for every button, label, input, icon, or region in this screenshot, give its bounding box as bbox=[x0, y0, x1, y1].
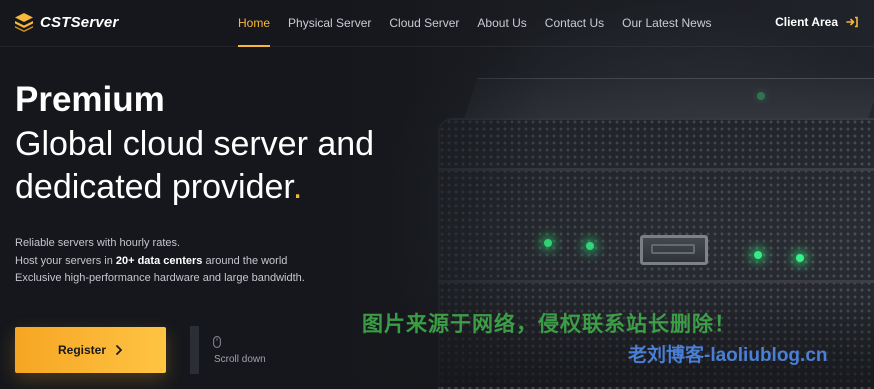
watermark-site: 老刘博客-laoliublog.cn bbox=[628, 345, 828, 366]
desc-text: Host your servers in bbox=[15, 254, 116, 267]
client-area-link[interactable]: Client Area bbox=[775, 15, 858, 29]
desc-line: Host your servers in 20+ data centers ar… bbox=[15, 253, 305, 271]
hero-title-line2-text: dedicated provider bbox=[15, 168, 293, 206]
register-label: Register bbox=[57, 343, 107, 357]
watermark-text: 图片来源于网络，侵权联系站长删除！ bbox=[362, 313, 736, 336]
nav-item-home[interactable]: Home bbox=[238, 16, 271, 47]
login-icon bbox=[846, 16, 858, 28]
scroll-down-label[interactable]: Scroll down bbox=[214, 354, 266, 365]
logo[interactable]: CSTServer bbox=[14, 12, 119, 32]
main-nav: Home Physical Server Cloud Server About … bbox=[238, 16, 730, 47]
client-area-label: Client Area bbox=[775, 15, 838, 29]
nav-item-cloud-server[interactable]: Cloud Server bbox=[389, 16, 459, 30]
navbar: CSTServer Home Physical Server Cloud Ser… bbox=[0, 0, 874, 47]
mouse-icon bbox=[213, 336, 221, 348]
desc-line: Exclusive high-performance hardware and … bbox=[15, 272, 305, 284]
nav-item-physical-server[interactable]: Physical Server bbox=[288, 16, 371, 30]
desc-line: Reliable servers with hourly rates. bbox=[15, 237, 181, 249]
brand-name: CSTServer bbox=[40, 13, 119, 31]
hero-accent-dot: . bbox=[292, 168, 303, 206]
nav-item-latest-news[interactable]: Our Latest News bbox=[622, 16, 711, 30]
hero-kicker: Premium bbox=[15, 80, 165, 119]
desc-text: around the world bbox=[202, 254, 288, 267]
logo-icon bbox=[15, 13, 33, 32]
nav-item-about-us[interactable]: About Us bbox=[477, 16, 526, 30]
hero-description: Reliable servers with hourly rates. Host… bbox=[15, 235, 305, 288]
nav-item-contact-us[interactable]: Contact Us bbox=[545, 16, 604, 30]
desc-highlight: 20+ data centers bbox=[115, 254, 203, 267]
hero-title-line2: dedicated provider. bbox=[15, 167, 302, 207]
hero-title-line1: Global cloud server and bbox=[15, 125, 375, 163]
chevron-right-icon bbox=[116, 345, 122, 355]
register-button[interactable]: Register bbox=[15, 327, 166, 373]
scroll-indicator-bar bbox=[190, 326, 199, 374]
